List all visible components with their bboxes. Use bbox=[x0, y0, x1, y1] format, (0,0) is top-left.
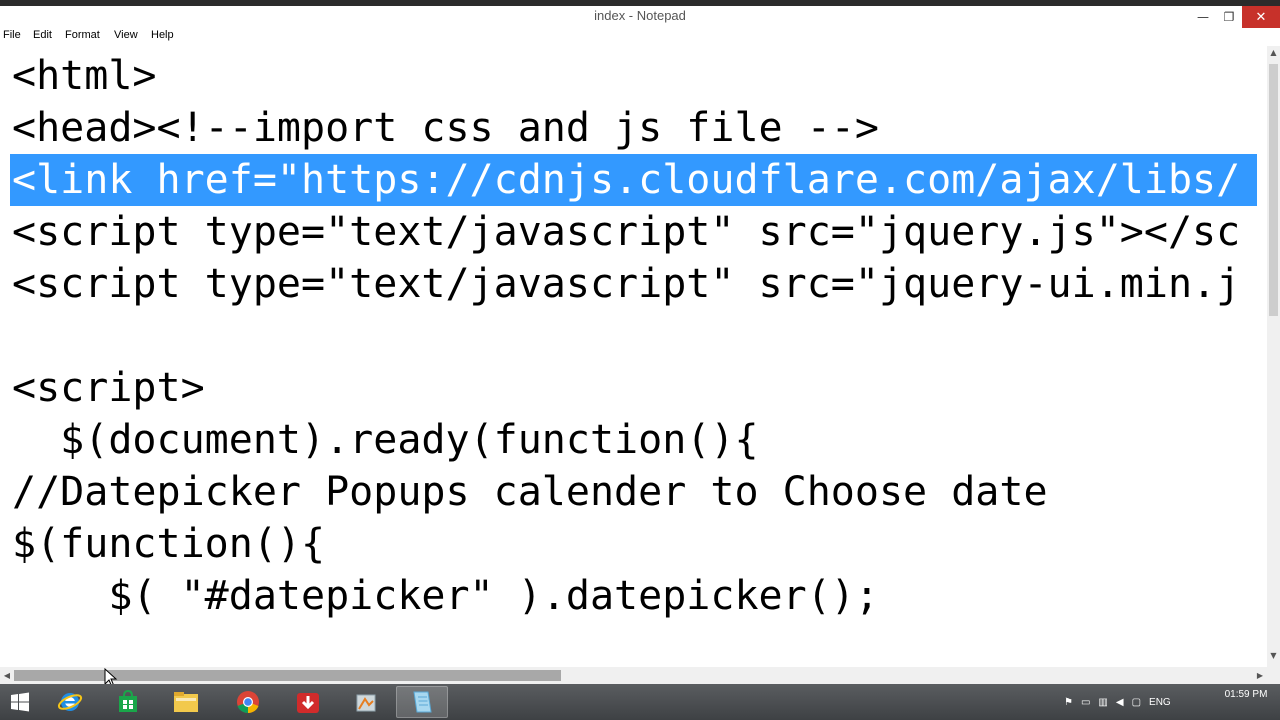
window-title: index - Notepad bbox=[594, 8, 686, 23]
code-line: <script type="text/javascript" src="jque… bbox=[12, 261, 1241, 307]
taskbar: ⚑ ▭ ▥ ◀ ▢ ENG 01:59 PM bbox=[0, 684, 1280, 720]
horizontal-scroll-thumb[interactable] bbox=[14, 670, 561, 681]
display-icon[interactable]: ▢ bbox=[1132, 697, 1141, 708]
code-line: //Datepicker Popups calender to Choose d… bbox=[12, 469, 1048, 515]
menu-bar: File Edit Format View Help bbox=[0, 28, 1280, 46]
scroll-down-icon[interactable]: ▼ bbox=[1267, 651, 1280, 665]
menu-file[interactable]: File bbox=[0, 29, 24, 41]
vertical-scroll-thumb[interactable] bbox=[1269, 64, 1278, 316]
action-center-icon[interactable]: ⚑ bbox=[1064, 697, 1073, 708]
maximize-button[interactable]: ❐ bbox=[1216, 6, 1242, 28]
windows-logo-icon bbox=[11, 692, 29, 712]
folder-icon bbox=[174, 692, 198, 712]
code-line: <head><!--import css and js file --> bbox=[12, 105, 879, 151]
menu-edit[interactable]: Edit bbox=[30, 29, 55, 41]
code-line: <script> bbox=[12, 365, 205, 411]
start-button[interactable] bbox=[0, 686, 40, 718]
network-icon[interactable]: ▥ bbox=[1098, 697, 1107, 708]
chrome-icon bbox=[237, 691, 259, 714]
horizontal-scrollbar[interactable]: ◀ ▶ bbox=[0, 667, 1267, 684]
download-manager-button[interactable] bbox=[282, 686, 334, 718]
scroll-up-icon[interactable]: ▲ bbox=[1267, 48, 1280, 62]
minimize-button[interactable]: — bbox=[1190, 6, 1216, 28]
file-explorer-button[interactable] bbox=[160, 686, 212, 718]
clock[interactable]: 01:59 PM bbox=[1218, 688, 1274, 701]
code-line: $(function(){ bbox=[12, 521, 326, 567]
internet-explorer-button[interactable] bbox=[44, 686, 96, 718]
store-button[interactable] bbox=[102, 686, 154, 718]
text-editor[interactable]: <html> <head><!--import css and js file … bbox=[0, 46, 1267, 667]
scrollbar-corner bbox=[1267, 667, 1280, 684]
notepad-icon bbox=[413, 691, 432, 713]
menu-view[interactable]: View bbox=[111, 29, 141, 41]
title-bar: index - Notepad — ❐ ✕ bbox=[0, 0, 1280, 28]
paint-button[interactable] bbox=[340, 686, 392, 718]
store-icon bbox=[119, 690, 137, 712]
close-button[interactable]: ✕ bbox=[1242, 6, 1280, 28]
volume-icon[interactable]: ◀ bbox=[1116, 697, 1124, 708]
menu-format[interactable]: Format bbox=[62, 29, 103, 41]
paint-icon bbox=[356, 694, 376, 712]
menu-help[interactable]: Help bbox=[148, 29, 177, 41]
language-indicator[interactable]: ENG bbox=[1149, 697, 1171, 708]
code-line: $( "#datepicker" ).datepicker(); bbox=[12, 573, 879, 619]
scroll-left-icon[interactable]: ◀ bbox=[0, 667, 14, 684]
download-arrow-icon bbox=[297, 693, 319, 713]
code-line: <html> bbox=[12, 53, 157, 99]
chrome-button[interactable] bbox=[222, 686, 274, 718]
code-line: <script type="text/javascript" src="jque… bbox=[12, 209, 1241, 255]
internet-explorer-icon bbox=[57, 693, 83, 711]
notepad-button[interactable] bbox=[396, 686, 448, 718]
code-line: $(document).ready(function(){ bbox=[12, 417, 759, 463]
scroll-right-icon[interactable]: ▶ bbox=[1253, 667, 1267, 684]
vertical-scrollbar[interactable]: ▲ ▼ bbox=[1267, 46, 1280, 667]
system-tray: ⚑ ▭ ▥ ◀ ▢ ENG bbox=[1064, 684, 1171, 720]
code-line-selected: <link href="https://cdnjs.cloudflare.com… bbox=[10, 154, 1257, 206]
clock-time: 01:59 PM bbox=[1224, 689, 1268, 700]
power-icon[interactable]: ▭ bbox=[1081, 697, 1090, 708]
